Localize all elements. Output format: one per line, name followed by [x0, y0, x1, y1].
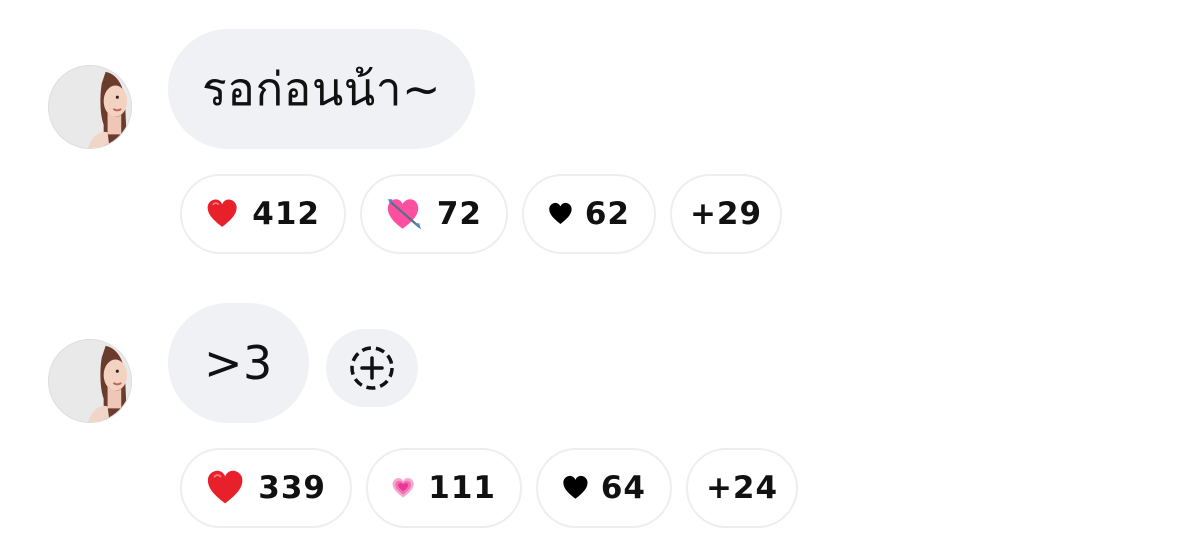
reaction-count: 62	[584, 196, 630, 232]
reaction-chip-red-heart[interactable]: 412	[180, 174, 346, 254]
reaction-bar: 339 111 64 +24	[180, 448, 812, 528]
reaction-chip-more[interactable]: +24	[686, 448, 798, 528]
reaction-chip-growing-heart[interactable]: 111	[366, 448, 522, 528]
reaction-chip-black-heart[interactable]: 64	[536, 448, 672, 528]
red-heart-emoji	[206, 466, 244, 510]
reaction-count: 339	[258, 470, 326, 506]
reaction-chip-black-heart[interactable]: 62	[522, 174, 656, 254]
black-heart-icon	[548, 199, 573, 229]
add-reaction-button[interactable]	[324, 327, 420, 409]
message-bubble[interactable]: รอก่อนน้า~	[168, 29, 476, 149]
growing-heart-emoji	[392, 466, 414, 510]
avatar-photo	[49, 340, 131, 422]
red-heart-emoji	[206, 192, 238, 236]
message-bubble[interactable]: >3	[168, 303, 309, 423]
reaction-count: 72	[436, 196, 482, 232]
avatar[interactable]	[48, 65, 132, 149]
reaction-count: 412	[252, 196, 320, 232]
reaction-count: 64	[600, 470, 646, 506]
reaction-count: 111	[428, 470, 496, 506]
add-reaction-icon	[350, 346, 394, 390]
black-heart-icon	[562, 473, 589, 503]
reaction-bar: 412 72 62 +29	[180, 174, 796, 254]
message-group: รอก่อนน้า~ 412 72 62 +29	[0, 0, 1179, 270]
message-text: >3	[204, 336, 273, 390]
reaction-more-count: +29	[689, 196, 763, 232]
reaction-chip-more[interactable]: +29	[670, 174, 782, 254]
avatar-photo	[49, 66, 131, 148]
reaction-chip-red-heart[interactable]: 339	[180, 448, 352, 528]
avatar[interactable]	[48, 339, 132, 423]
heart-with-arrow-emoji	[386, 192, 423, 236]
reaction-more-count: +24	[705, 470, 779, 506]
message-group: >3 339 111 64 +24	[0, 270, 1179, 540]
message-text: รอก่อนน้า~	[202, 61, 442, 116]
reaction-chip-heart-with-arrow[interactable]: 72	[360, 174, 508, 254]
